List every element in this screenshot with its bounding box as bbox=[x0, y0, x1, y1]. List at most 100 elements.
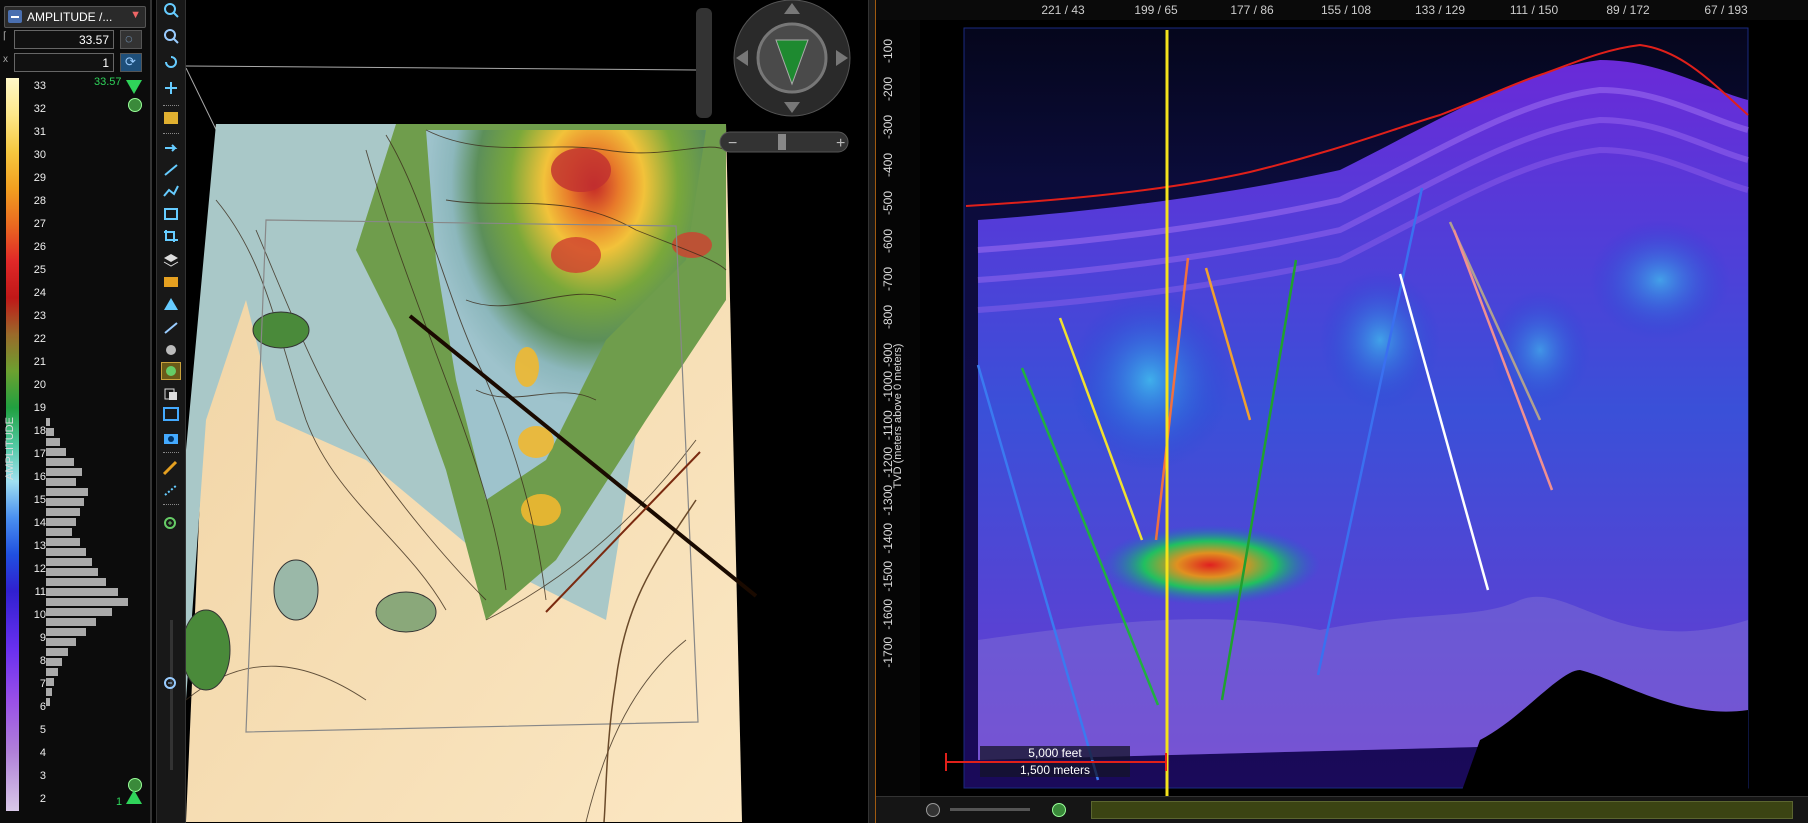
chevron-down-icon[interactable]: ▼ bbox=[130, 9, 141, 21]
line-button[interactable] bbox=[162, 320, 180, 336]
refresh-button[interactable]: ⟳ bbox=[120, 53, 142, 72]
vertical-toolbar bbox=[156, 0, 186, 823]
svg-text:+: + bbox=[836, 135, 845, 152]
minimize-icon[interactable] bbox=[8, 10, 22, 23]
tick-label: 10 bbox=[33, 609, 46, 621]
layers-button[interactable] bbox=[162, 252, 180, 268]
measure-button[interactable] bbox=[162, 162, 180, 178]
depth-tick: -700 bbox=[881, 266, 895, 291]
tick-label: 22 bbox=[33, 333, 46, 345]
depth-tick: -100 bbox=[881, 38, 895, 63]
grid-button[interactable] bbox=[162, 110, 180, 126]
depth-axis: -100 -200 -300 -400 -500 -600 -700 -800 … bbox=[876, 20, 920, 800]
light-button[interactable] bbox=[162, 342, 180, 358]
depth-tick: -1400 bbox=[881, 522, 895, 554]
select-button[interactable] bbox=[162, 206, 180, 222]
depth-tick: -1600 bbox=[881, 598, 895, 630]
polyline-button[interactable] bbox=[162, 184, 180, 200]
scale-bar: 5,000 feet 1,500 meters bbox=[936, 745, 1176, 781]
max-value-input[interactable]: 33.57 bbox=[14, 30, 114, 49]
toolbar-separator bbox=[163, 452, 179, 454]
app-window: AMPLITUDE /... ▼ ⌈ 33.57 ◌ x 1 ⟳ 33.57 3… bbox=[0, 0, 1808, 823]
toolbar-separator bbox=[163, 133, 179, 135]
tick-label: 18 bbox=[33, 425, 46, 437]
zoom-fit-button[interactable] bbox=[162, 2, 180, 18]
axis-label: 133 / 129 bbox=[1414, 3, 1466, 17]
tick-label: 11 bbox=[34, 586, 46, 598]
max-label-tick: ⌈ bbox=[3, 31, 7, 42]
copy-button[interactable] bbox=[162, 386, 180, 402]
zoom-slider[interactable] bbox=[170, 620, 173, 770]
axis-label: 111 / 150 bbox=[1509, 3, 1559, 17]
navigation-control[interactable]: − + bbox=[696, 0, 868, 160]
dotted-line-button[interactable] bbox=[162, 482, 180, 498]
map-3d-view[interactable]: − + bbox=[186, 0, 868, 823]
attribute-selector[interactable]: AMPLITUDE /... ▼ bbox=[4, 6, 146, 28]
axis-label: 221 / 43 bbox=[1041, 3, 1085, 17]
ruler-button[interactable] bbox=[162, 460, 180, 476]
depth-tick: -500 bbox=[881, 190, 895, 215]
zoom-in-button[interactable] bbox=[162, 516, 180, 532]
svg-text:−: − bbox=[728, 135, 737, 152]
attribute-label: AMPLITUDE /... bbox=[27, 10, 113, 24]
min-marker-value: 1 bbox=[116, 796, 123, 808]
toolbar-separator bbox=[163, 105, 179, 107]
tick-label: 21 bbox=[33, 356, 46, 368]
refresh-icon: ⟳ bbox=[125, 54, 136, 69]
color-bar-panel: AMPLITUDE /... ▼ ⌈ 33.57 ◌ x 1 ⟳ 33.57 3… bbox=[0, 0, 152, 823]
attribute-vertical-label: AMPLITUDE bbox=[4, 417, 16, 480]
min-label-tick: x bbox=[3, 54, 8, 65]
tick-label: 29 bbox=[33, 172, 46, 184]
tick-label: 32 bbox=[33, 103, 46, 115]
axis-label: 67 / 193 bbox=[1704, 3, 1748, 17]
tick-label: 30 bbox=[33, 149, 46, 161]
scale-feet: 5,000 feet bbox=[980, 746, 1130, 760]
tick-label: 16 bbox=[33, 471, 46, 483]
scale-meters: 1,500 meters bbox=[980, 763, 1130, 777]
tick-label: 15 bbox=[33, 494, 46, 506]
tick-label: 17 bbox=[33, 448, 46, 460]
zoom-in-icon[interactable] bbox=[1052, 803, 1066, 817]
tick-label: 13 bbox=[33, 540, 46, 552]
rotate-button[interactable] bbox=[162, 54, 180, 70]
pick-point-button[interactable] bbox=[162, 140, 180, 156]
depth-axis-title: TVD (meters above 0 meters) bbox=[892, 343, 904, 489]
axis-label: 199 / 65 bbox=[1134, 3, 1178, 17]
min-marker-handle[interactable] bbox=[126, 790, 142, 804]
top-axis: 221 / 43 199 / 65 177 / 86 155 / 108 133… bbox=[876, 0, 1808, 21]
objects-button[interactable] bbox=[162, 274, 180, 290]
zoom-out-icon[interactable] bbox=[926, 803, 940, 817]
section-bottom-bar bbox=[876, 796, 1808, 823]
color-fill-button[interactable] bbox=[161, 362, 181, 380]
frame-button[interactable] bbox=[162, 406, 180, 422]
seismic-section bbox=[920, 20, 1808, 796]
tick-label: 28 bbox=[33, 195, 46, 207]
zoom-out-button[interactable] bbox=[162, 676, 180, 692]
tick-label: 24 bbox=[33, 287, 46, 299]
reset-max-button[interactable]: ◌ bbox=[120, 30, 142, 49]
crop-button[interactable] bbox=[162, 228, 180, 244]
color-scale-ticks: 33 32 31 30 29 28 27 26 25 24 23 22 21 2… bbox=[20, 78, 46, 811]
zoom-slider[interactable] bbox=[950, 808, 1030, 811]
depth-tick: -1500 bbox=[881, 560, 895, 592]
horizontal-scrollbar[interactable] bbox=[1091, 801, 1793, 819]
surface-button[interactable] bbox=[162, 296, 180, 312]
depth-tick: -200 bbox=[881, 76, 895, 101]
depth-tick: -600 bbox=[881, 228, 895, 253]
depth-tick: -300 bbox=[881, 114, 895, 139]
pan-button[interactable] bbox=[162, 80, 180, 96]
screenshot-button[interactable] bbox=[162, 430, 180, 446]
axis-label: 155 / 108 bbox=[1320, 3, 1372, 17]
tick-label: 25 bbox=[33, 264, 46, 276]
cross-section-view[interactable]: 221 / 43 199 / 65 177 / 86 155 / 108 133… bbox=[876, 0, 1808, 823]
zoom-button[interactable] bbox=[162, 28, 180, 44]
depth-tick: -400 bbox=[881, 152, 895, 177]
toolbar-separator bbox=[163, 504, 179, 506]
amplitude-histogram bbox=[46, 418, 128, 706]
tick-label: 20 bbox=[33, 379, 46, 391]
tick-label: 26 bbox=[33, 241, 46, 253]
min-value-input[interactable]: 1 bbox=[14, 53, 114, 72]
tick-label: 31 bbox=[33, 126, 46, 138]
axis-label: 89 / 172 bbox=[1606, 3, 1650, 17]
tick-label: 27 bbox=[33, 218, 46, 230]
